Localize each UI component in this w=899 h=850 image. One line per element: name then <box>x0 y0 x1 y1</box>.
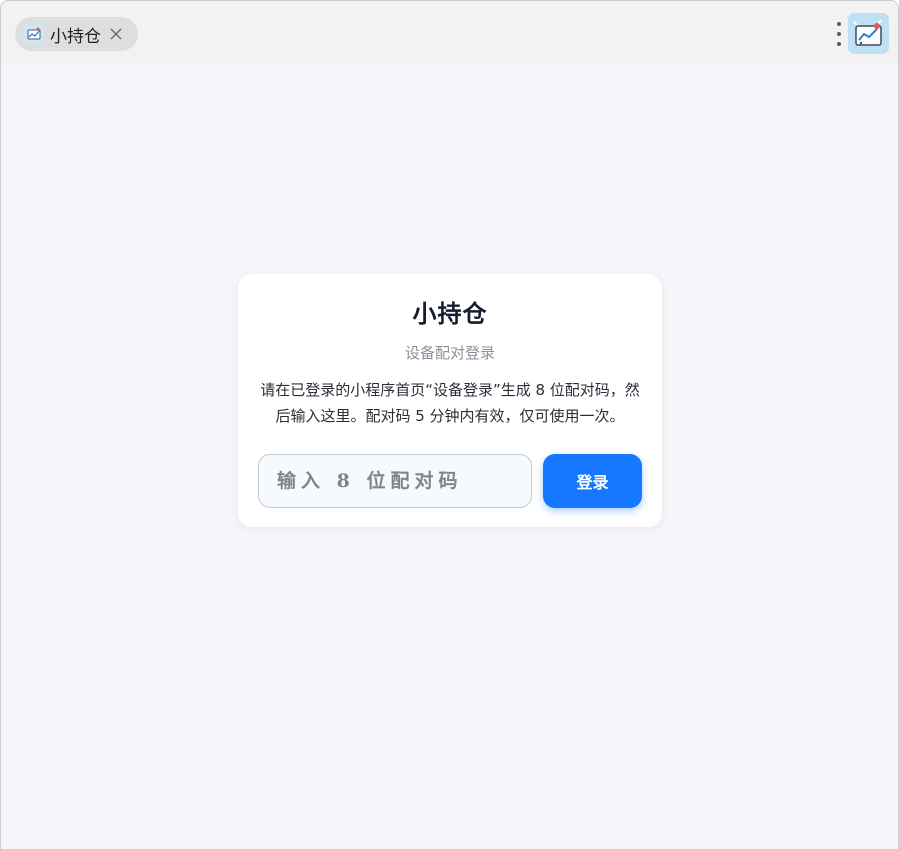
app-logo-icon <box>848 13 889 54</box>
card-subtitle: 设备配对登录 <box>404 344 495 362</box>
more-vertical-icon[interactable] <box>831 19 847 49</box>
menu-dot <box>837 42 841 46</box>
title-bar: 小持仓 <box>1 1 898 65</box>
menu-dot <box>837 32 841 36</box>
login-button[interactable]: 登录 <box>543 454 642 508</box>
pairing-code-input[interactable] <box>258 454 532 508</box>
card-title: 小持仓 <box>412 300 488 328</box>
menu-dot <box>837 22 841 26</box>
tab-title: 小持仓 <box>50 26 101 47</box>
app-logo-icon <box>24 24 44 44</box>
app-avatar[interactable] <box>848 13 889 54</box>
close-icon[interactable] <box>108 26 124 42</box>
app-window: 小持仓 小持仓 设备配对登录 请在已登录的小程序首页“设备登录”生成 8 位配对… <box>0 0 899 850</box>
instructions-text: 请在已登录的小程序首页“设备登录”生成 8 位配对码，然后输入这里。配对码 5 … <box>260 381 640 425</box>
login-card: 小持仓 设备配对登录 请在已登录的小程序首页“设备登录”生成 8 位配对码，然后… <box>238 274 662 527</box>
browser-tab[interactable]: 小持仓 <box>15 17 138 51</box>
